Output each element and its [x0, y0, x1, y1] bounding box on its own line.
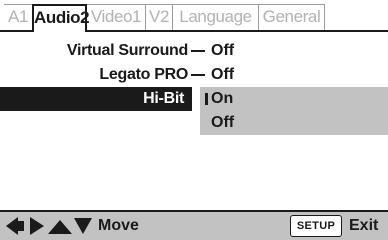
move-hint: Move: [98, 217, 139, 234]
exit-hint: Exit: [349, 217, 379, 234]
setting-row-legato-pro[interactable]: Legato PRO Off: [0, 63, 388, 87]
arrow-up-icon: [48, 220, 72, 234]
dash-separator: [191, 74, 205, 76]
arrow-right-icon: [30, 217, 44, 235]
tab-a1[interactable]: A1: [4, 4, 32, 30]
arrow-left-icon: [6, 217, 18, 235]
option-label: Off: [211, 114, 235, 131]
tab-v2[interactable]: V2: [145, 4, 172, 30]
dash-separator: [191, 50, 205, 52]
setting-label: Virtual Surround: [66, 42, 188, 59]
option-on[interactable]: On: [200, 87, 388, 111]
setting-value: Off: [211, 42, 235, 59]
setting-value: Off: [211, 66, 235, 83]
tab-audio2[interactable]: Audio2: [32, 4, 90, 32]
selection-cursor: [205, 93, 208, 105]
option-label: On: [211, 90, 234, 107]
setup-menu-screen: A1 Audio2 Video1 V2 Language General Vir…: [0, 0, 388, 240]
setting-row-virtual-surround[interactable]: Virtual Surround Off: [0, 39, 388, 63]
tab-strip: A1 Audio2 Video1 V2 Language General: [4, 4, 338, 32]
footer-bar: Move SETUP Exit: [0, 212, 388, 240]
tab-language[interactable]: Language: [172, 4, 258, 30]
navigation-arrows: [6, 217, 92, 235]
setup-button[interactable]: SETUP: [290, 215, 342, 237]
arrow-down-icon: [74, 218, 92, 234]
setting-label: Legato PRO: [99, 66, 188, 83]
option-off[interactable]: Off: [200, 111, 388, 135]
tab-general[interactable]: General: [258, 4, 325, 30]
option-list: On Off: [200, 87, 388, 135]
tab-video1[interactable]: Video1: [87, 4, 145, 30]
setting-label-selected: Hi-Bit: [0, 87, 192, 111]
arrow-left-stem: [18, 221, 24, 231]
